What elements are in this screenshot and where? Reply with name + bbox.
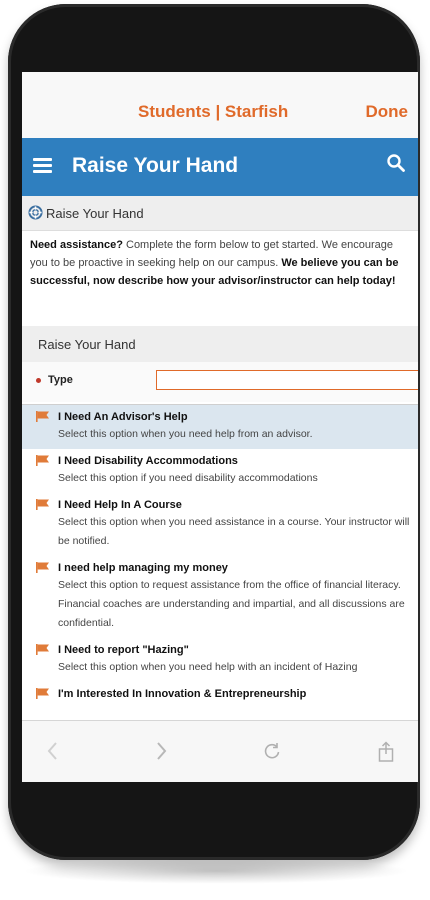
back-icon[interactable] [46, 741, 60, 761]
type-field-row: Type [22, 362, 418, 402]
browser-toolbar [22, 720, 418, 782]
option-description: Select this option to request assistance… [58, 579, 405, 629]
flag-icon [36, 411, 49, 422]
hamburger-menu-icon[interactable] [33, 158, 52, 173]
page-title: Raise Your Hand [72, 154, 239, 177]
option-description [22, 702, 418, 707]
option-description: Select this option when you need help wi… [58, 661, 358, 673]
flag-icon [36, 688, 49, 699]
type-option[interactable]: I Need Help In A Course Select this optio… [22, 493, 418, 556]
flag-icon [36, 562, 49, 573]
form-title: Raise Your Hand [38, 337, 136, 352]
phone-screen: Students | Starfish Done Raise Your Hand… [22, 72, 418, 782]
type-option[interactable]: I Need An Advisor's Help Select this opti… [22, 405, 418, 449]
forward-icon[interactable] [154, 741, 168, 761]
app-header: Raise Your Hand [22, 138, 418, 196]
option-description: Select this option when you need assista… [58, 516, 410, 547]
reload-icon[interactable] [262, 741, 282, 761]
lifebuoy-icon [28, 205, 43, 220]
option-title: I Need Help In A Course [58, 499, 182, 511]
modal-title: Students | Starfish [138, 102, 289, 121]
flag-icon [36, 644, 49, 655]
type-option[interactable]: I Need Disability Accommodations Select t… [22, 449, 418, 493]
intro-text: Need assistance? Complete the form below… [30, 236, 412, 290]
option-description: Select this option when you need help fr… [58, 428, 313, 440]
share-icon[interactable] [376, 741, 396, 763]
option-title: I Need Disability Accommodations [58, 455, 238, 467]
type-options-list: I Need An Advisor's Help Select this opti… [22, 404, 418, 721]
done-button[interactable]: Done [366, 102, 409, 122]
section-title: Raise Your Hand [46, 206, 144, 221]
option-title: I need help managing my money [58, 562, 228, 574]
type-label: Type [48, 374, 73, 386]
modal-header: Students | Starfish Done [22, 72, 418, 138]
option-title: I'm Interested In Innovation & Entrepren… [58, 688, 307, 700]
flag-icon [36, 499, 49, 510]
type-select-field[interactable] [156, 370, 418, 390]
type-option[interactable]: I Need to report "Hazing" Select this opt… [22, 638, 418, 682]
form-header: Raise Your Hand [22, 326, 418, 362]
option-description: Select this option if you need disabilit… [58, 472, 318, 484]
section-header: Raise Your Hand [22, 196, 418, 231]
option-title: I Need An Advisor's Help [58, 411, 188, 423]
type-option[interactable]: I need help managing my money Select this… [22, 556, 418, 638]
search-icon[interactable] [386, 153, 406, 173]
option-title: I Need to report "Hazing" [58, 644, 189, 656]
type-option[interactable]: I'm Interested In Innovation & Entrepren… [22, 682, 418, 707]
intro-lead: Need assistance? [30, 239, 123, 251]
required-indicator [36, 378, 41, 383]
phone-shadow [22, 858, 410, 884]
flag-icon [36, 455, 49, 466]
